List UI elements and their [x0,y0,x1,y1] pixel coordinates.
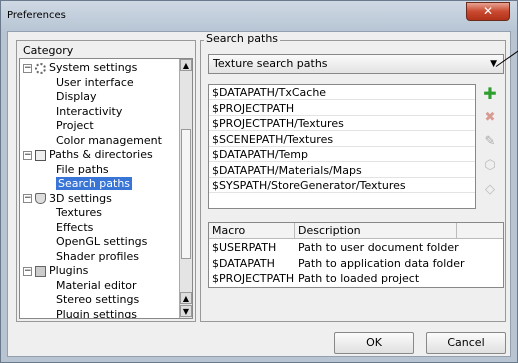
collapse-icon[interactable]: − [23,266,32,276]
tree-item[interactable]: Plugin settings [56,307,138,319]
path-row[interactable]: $PROJECTPATH/Textures [209,116,475,131]
description-column-header[interactable]: Description [295,223,457,239]
edit-icon: ✎ [484,134,496,149]
window-title: Preferences [7,10,66,21]
remove-icon: ✖ [484,110,496,125]
macro-column-header[interactable]: Macro [209,223,295,239]
path-row[interactable]: $DATAPATH/Temp [209,147,475,162]
cancel-button[interactable]: Cancel [426,332,506,354]
description-cell: Path to loaded project [298,272,420,285]
tree-item[interactable]: User interface [56,75,134,90]
path-row[interactable]: $DATAPATH/Materials/Maps [209,163,475,178]
tree-group[interactable]: − Paths & directories [23,147,153,162]
scroll-thumb[interactable] [181,129,191,259]
selected-path-type: Texture search paths [213,57,328,70]
blank-column-header [457,223,503,239]
ok-button[interactable]: OK [334,332,414,354]
path-row[interactable]: $PROJECTPATH [209,101,475,116]
tree-group[interactable]: − 3D settings [23,191,112,206]
collapse-icon[interactable]: − [23,150,32,160]
gear-icon [35,62,46,74]
tree-item[interactable]: Textures [56,205,102,220]
macro-cell: $PROJECTPATH [212,272,295,285]
description-cell: Path to application data folder [298,256,465,270]
plugin-icon [35,265,46,277]
category-label: Category [23,44,74,57]
tree-item[interactable]: File paths [56,162,109,177]
tree-item-label: Paths & directories [49,148,153,161]
collapse-icon[interactable]: − [23,63,32,73]
tree-item[interactable]: Stereo settings [56,292,139,307]
tree-group[interactable]: − System settings [23,60,137,75]
tree-item-label: File paths [56,162,109,176]
title-bar[interactable]: Preferences ✕ [1,1,517,31]
tree-item[interactable]: Interactivity [56,104,122,119]
arrow-up-icon: ▲ [182,294,190,303]
tree-item-label: Display [56,90,97,103]
add-path-button[interactable]: ✚ [480,84,500,104]
tree-item[interactable]: Display [56,89,97,104]
path-row[interactable]: $DATAPATH/TxCache [209,85,475,100]
category-group: Category − System settings User interface D… [16,40,196,322]
tree-item-label: Shader profiles [56,249,139,263]
remove-path-button[interactable]: ✖ [480,108,500,128]
add-icon: ✚ [483,84,497,103]
tree-item-label: Stereo settings [56,293,140,306]
tree-item-label: OpenGL settings [56,235,148,248]
tree-item[interactable]: Project [56,118,94,133]
tree-item-label: 3D settings [49,191,112,205]
scroll-up-button[interactable]: ▲ [180,59,192,71]
scroll-down-button[interactable]: ▼ [180,305,192,317]
close-button[interactable]: ✕ [466,2,510,21]
dialog-body: Category − System settings User interface D… [7,31,518,357]
tree-item-label: Search paths [56,177,133,190]
move-down-button[interactable]: ◇ [480,180,500,200]
tree-item-label: Material editor [56,278,137,292]
collapse-icon[interactable]: − [23,194,32,203]
tree-item-label: Effects [56,220,94,234]
close-icon: ✕ [482,4,494,18]
edit-path-button[interactable]: ✎ [480,132,500,152]
folder-icon [35,149,46,161]
tree-item-label: Color management [56,133,162,147]
path-row[interactable]: $SYSPATH/StoreGenerator/Textures [209,178,475,193]
tree-item[interactable]: OpenGL settings [56,234,147,249]
tree-item-label: Textures [56,206,102,219]
move-down-icon: ◇ [485,182,495,197]
empty-path-row[interactable] [209,194,475,208]
scroll-up-button-lower[interactable]: ▲ [180,292,192,304]
search-paths-label: Search paths [204,32,281,45]
tree-item[interactable]: Search paths [56,176,133,191]
search-path-type-select[interactable]: Texture search paths ▼ [208,54,504,74]
arrow-down-icon: ▼ [182,307,190,316]
macro-cell: $DATAPATH [212,256,275,270]
tree-item-label: User interface [56,75,134,89]
category-tree[interactable]: − System settings User interface Display Int… [19,58,193,319]
move-up-button[interactable]: ⬡ [480,156,500,176]
arrow-up-icon: ▲ [182,61,190,70]
macro-table: Macro Description $USERPATH Path to user … [208,222,504,288]
tree-item[interactable]: Effects [56,220,93,235]
tree-item-label: Project [56,119,94,132]
tree-item-label: Plugins [49,264,89,277]
tree-item[interactable]: Material editor [56,278,137,293]
tree-item-label: System settings [49,61,138,74]
tree-item[interactable]: Shader profiles [56,249,139,264]
tree-item-label: Plugin settings [56,307,138,319]
search-paths-list[interactable]: $DATAPATH/TxCache $PROJECTPATH $PROJECTPAT… [208,84,476,209]
chevron-down-icon: ▼ [490,59,497,69]
cube-icon [35,193,46,204]
tree-item[interactable]: Color management [56,133,162,148]
tree-item-label: Interactivity [56,104,123,118]
tree-group[interactable]: − Plugins [23,263,88,278]
path-row[interactable]: $SCENEPATH/Textures [209,132,475,147]
macro-cell: $USERPATH [212,241,277,254]
tree-scrollbar[interactable]: ▲ ▲ ▼ [179,59,192,318]
preferences-window: Preferences ✕ Category − System settings U… [0,0,518,363]
description-cell: Path to user document folder [298,241,459,254]
move-up-icon: ⬡ [484,158,496,173]
